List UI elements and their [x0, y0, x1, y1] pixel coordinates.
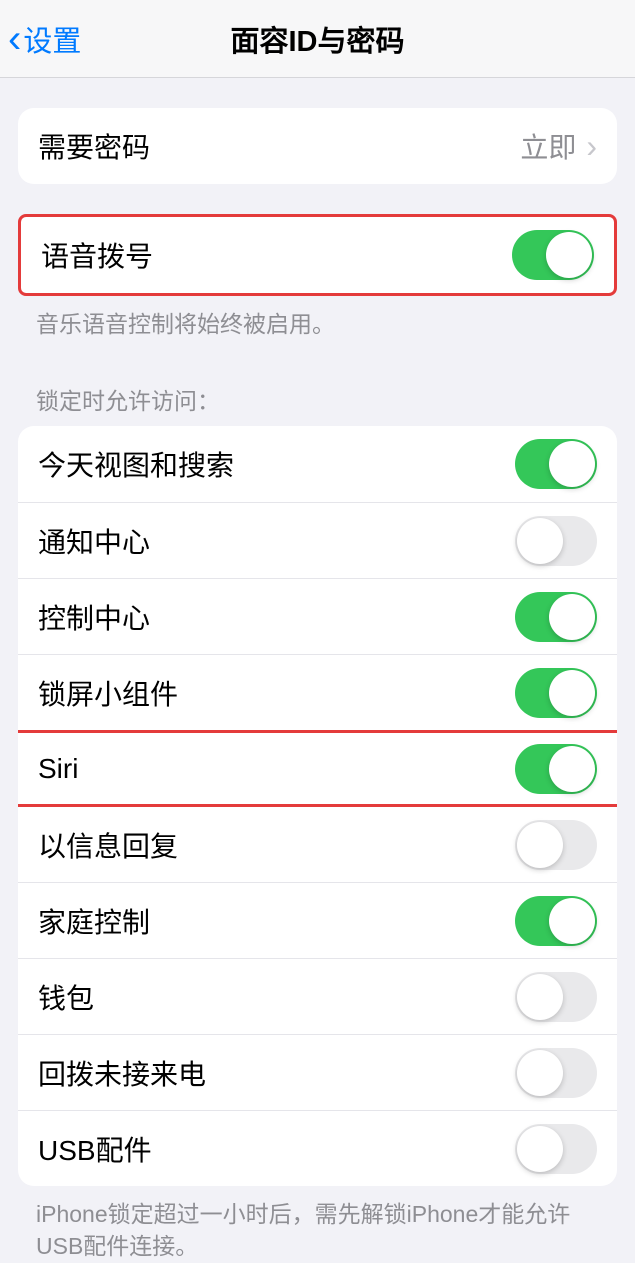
lock-access-row-today: 今天视图和搜索	[18, 426, 617, 502]
toggle-knob	[549, 898, 595, 944]
toggle-knob	[549, 441, 595, 487]
voice-dial-toggle[interactable]	[512, 230, 594, 280]
lock-access-toggle-return_missed[interactable]	[515, 1048, 597, 1098]
toggle-knob	[517, 822, 563, 868]
lock-access-label-siri: Siri	[38, 753, 78, 785]
lock-access-header: 锁定时允许访问：	[0, 382, 635, 426]
toggle-knob	[549, 746, 595, 792]
lock-access-row-return_missed: 回拨未接来电	[18, 1034, 617, 1110]
chevron-left-icon: ‹	[8, 19, 21, 59]
navbar: ‹ 设置 面容ID与密码	[0, 0, 635, 78]
lock-access-toggle-notification_center[interactable]	[515, 516, 597, 566]
back-button[interactable]: ‹ 设置	[0, 18, 81, 60]
lock-access-toggle-lock_widgets[interactable]	[515, 668, 597, 718]
toggle-knob	[517, 518, 563, 564]
require-passcode-value: 立即 ›	[520, 126, 597, 166]
toggle-knob	[549, 594, 595, 640]
voice-dial-row: 语音拨号	[21, 217, 614, 293]
lock-access-label-notification_center: 通知中心	[38, 521, 150, 561]
toggle-knob	[517, 974, 563, 1020]
voice-dial-label: 语音拨号	[41, 235, 153, 275]
lock-access-toggle-usb_accessories[interactable]	[515, 1124, 597, 1174]
lock-access-toggle-home_control[interactable]	[515, 896, 597, 946]
voice-dial-group: 语音拨号	[18, 214, 617, 296]
toggle-knob	[546, 232, 592, 278]
lock-access-toggle-today[interactable]	[515, 439, 597, 489]
lock-access-row-control_center: 控制中心	[18, 578, 617, 654]
lock-access-toggle-siri[interactable]	[515, 744, 597, 794]
lock-access-row-notification_center: 通知中心	[18, 502, 617, 578]
lock-access-label-return_missed: 回拨未接来电	[38, 1053, 206, 1093]
lock-access-toggle-reply_msg[interactable]	[515, 820, 597, 870]
chevron-right-icon: ›	[586, 128, 597, 165]
toggle-knob	[549, 670, 595, 716]
lock-access-row-usb_accessories: USB配件	[18, 1110, 617, 1186]
lock-access-footer: iPhone锁定超过一小时后，需先解锁iPhone才能允许USB配件连接。	[0, 1186, 635, 1262]
back-label: 设置	[23, 18, 81, 60]
lock-access-label-lock_widgets: 锁屏小组件	[38, 673, 178, 713]
require-passcode-group: 需要密码 立即 ›	[18, 108, 617, 184]
lock-access-label-home_control: 家庭控制	[38, 901, 150, 941]
require-passcode-value-text: 立即	[520, 126, 576, 166]
voice-dial-footer: 音乐语音控制将始终被启用。	[0, 296, 635, 340]
lock-access-label-today: 今天视图和搜索	[38, 444, 234, 484]
lock-access-row-lock_widgets: 锁屏小组件	[18, 654, 617, 730]
content: 需要密码 立即 › 语音拨号 音乐语音控制将始终被启用。 锁定时允许访问： 今天…	[0, 108, 635, 1263]
lock-access-toggle-wallet[interactable]	[515, 972, 597, 1022]
lock-access-label-usb_accessories: USB配件	[38, 1129, 152, 1169]
lock-access-row-wallet: 钱包	[18, 958, 617, 1034]
lock-access-row-reply_msg: 以信息回复	[18, 806, 617, 882]
require-passcode-row[interactable]: 需要密码 立即 ›	[18, 108, 617, 184]
require-passcode-label: 需要密码	[38, 126, 150, 166]
page-title: 面容ID与密码	[230, 18, 404, 60]
lock-access-label-reply_msg: 以信息回复	[38, 825, 178, 865]
toggle-knob	[517, 1050, 563, 1096]
lock-access-row-home_control: 家庭控制	[18, 882, 617, 958]
lock-access-toggle-control_center[interactable]	[515, 592, 597, 642]
lock-access-row-siri: Siri	[18, 730, 617, 806]
lock-access-label-control_center: 控制中心	[38, 597, 150, 637]
toggle-knob	[517, 1126, 563, 1172]
lock-access-label-wallet: 钱包	[38, 977, 94, 1017]
lock-access-group: 今天视图和搜索通知中心控制中心锁屏小组件 Siri 以信息回复家庭控制钱包回拨未接来…	[18, 426, 617, 1186]
